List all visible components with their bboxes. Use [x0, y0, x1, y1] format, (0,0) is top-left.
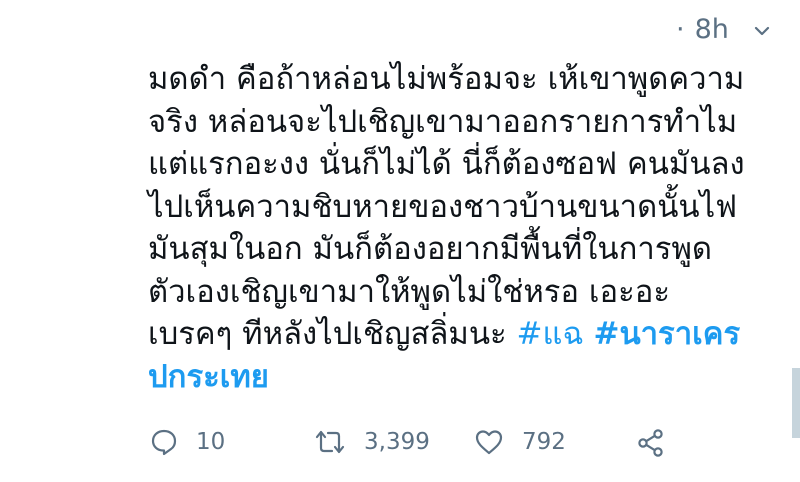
share-button[interactable] [636, 428, 684, 458]
tweet-text: มดดำ คือถ้าหล่อนไม่พร้อมจะ เห้เขาพูดความ… [148, 58, 778, 398]
hashtag-link[interactable]: #นาราเคร [593, 316, 740, 352]
tweet-line: แต่แรกอะงง นั่นก็ไม่ได้ นี่ก็ต้องซอฟ คนม… [148, 146, 745, 182]
chevron-down-icon [754, 25, 770, 37]
tweet-line: มันสุมในอก มันก็ต้องอยากมีพื้นที่ในการพู… [148, 231, 713, 267]
share-icon [636, 428, 684, 458]
hashtag-link-continued[interactable]: ปกระเทย [148, 359, 269, 395]
reply-count: 10 [196, 429, 226, 455]
like-count: 792 [522, 429, 566, 455]
timestamp-text: 8h [694, 14, 729, 45]
retweet-icon [314, 428, 364, 456]
tweet-line: มดดำ คือถ้าหล่อนไม่พร้อมจะ เห้เขาพูดความ [148, 61, 745, 97]
like-button[interactable]: 792 [474, 428, 566, 456]
tweet: · 8h มดดำ คือถ้าหล่อนไม่พร้อมจะ เห้เขาพู… [0, 0, 800, 482]
tweet-timestamp[interactable]: · 8h [676, 14, 729, 45]
reply-button[interactable]: 10 [150, 428, 225, 456]
scrollbar-thumb[interactable] [792, 368, 800, 438]
retweet-count: 3,399 [364, 429, 430, 455]
reply-icon [150, 428, 196, 456]
tweet-line: ไปเห็นความชิบหายของชาวบ้านขนาดนั้นไฟ [148, 188, 738, 225]
timestamp-separator: · [676, 14, 685, 45]
tweet-line: เบรคๆ ทีหลังไปเชิญสลิ่มนะ [148, 316, 517, 352]
heart-icon [474, 428, 522, 456]
hashtag-link[interactable]: #แฉ [517, 316, 584, 352]
retweet-button[interactable]: 3,399 [314, 428, 430, 456]
tweet-line: จริง หล่อนจะไปเชิญเขามาออกรายการทำไม [148, 103, 738, 140]
tweet-actions: 10 3,399 792 [150, 428, 670, 468]
more-options-button[interactable] [752, 16, 772, 46]
tweet-line: ตัวเองเชิญเขามาให้พูดไม่ใช่หรอ เอะอะ [148, 273, 671, 310]
